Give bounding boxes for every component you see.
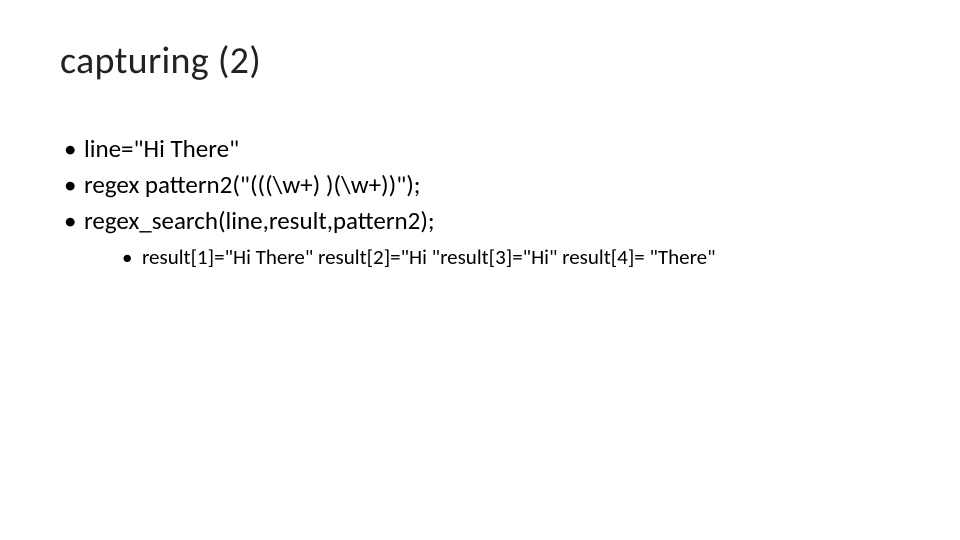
bullet-list: line="Hi There" regex pattern2("(((\w+) …: [60, 132, 900, 272]
sub-bullet-item-1: result[1]="Hi There" result[2]="Hi "resu…: [120, 243, 900, 271]
bullet-text: line="Hi There": [84, 133, 239, 164]
sub-bullet-text: result[1]="Hi There" result[2]="Hi "resu…: [142, 244, 716, 270]
bullet-item-2: regex pattern2("(((\w+) )(\w+))");: [60, 168, 900, 202]
slide: capturing (2) line="Hi There" regex patt…: [0, 0, 960, 540]
bullet-item-1: line="Hi There": [60, 132, 900, 166]
slide-title: capturing (2): [60, 38, 900, 84]
bullet-text: regex pattern2("(((\w+) )(\w+))");: [84, 169, 421, 200]
bullet-text: regex_search(line,result,pattern2);: [84, 205, 435, 236]
sub-bullet-list: result[1]="Hi There" result[2]="Hi "resu…: [120, 243, 900, 271]
bullet-item-3: regex_search(line,result,pattern2); resu…: [60, 204, 900, 272]
